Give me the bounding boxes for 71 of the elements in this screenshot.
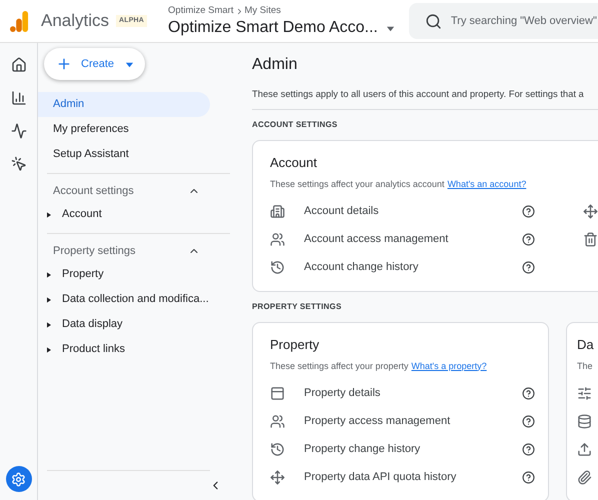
help-link[interactable]: What's an account?: [447, 178, 526, 192]
nav-tree-item[interactable]: Property: [62, 266, 104, 283]
help-icon[interactable]: [522, 386, 535, 400]
settings-link[interactable]: Account details: [304, 202, 522, 220]
history-icon: [270, 442, 285, 457]
help-icon[interactable]: [522, 204, 535, 218]
settings-icon: [11, 472, 26, 486]
caret-icon: [386, 24, 395, 33]
help-icon[interactable]: [522, 232, 535, 246]
building-icon: [270, 204, 285, 219]
search-icon: [424, 13, 442, 30]
nav-item[interactable]: Admin: [38, 92, 210, 117]
cursor-click-icon: [10, 156, 26, 172]
settings-link[interactable]: Account access management: [304, 230, 522, 248]
admin-settings-button[interactable]: [6, 466, 32, 492]
section-heading: ACCOUNT SETTINGS: [252, 119, 338, 132]
section-heading: PROPERTY SETTINGS: [252, 301, 342, 314]
sliders-icon: [577, 386, 592, 401]
card-title: Property: [270, 336, 320, 354]
help-icon[interactable]: [522, 260, 535, 274]
card-title: Da: [577, 336, 595, 354]
expand-arrow-icon[interactable]: [47, 296, 51, 302]
nav-tree-item[interactable]: Data display: [62, 316, 123, 333]
caret-icon: [125, 60, 134, 68]
expand-arrow-icon[interactable]: [47, 272, 51, 278]
analytics-logo-icon: [10, 10, 29, 32]
help-icon[interactable]: [522, 442, 535, 456]
settings-link[interactable]: Account change history: [304, 258, 522, 276]
nav-item[interactable]: My preferences: [38, 117, 210, 142]
upload-icon: [577, 442, 592, 457]
breadcrumb-link[interactable]: My Sites: [244, 4, 281, 18]
window-icon: [270, 386, 285, 401]
expand-arrow-icon[interactable]: [47, 346, 51, 352]
nav-tree-item[interactable]: Account: [62, 206, 102, 223]
bar-chart-icon: [10, 90, 26, 106]
help-icon[interactable]: [522, 470, 535, 484]
page-description: These settings apply to all users of this account and property. For settings that a: [252, 87, 598, 110]
settings-link[interactable]: Property change history: [304, 440, 522, 458]
home-icon: [10, 57, 26, 73]
section-header[interactable]: Account settings: [53, 182, 188, 200]
trash-icon: [583, 232, 598, 247]
section-header[interactable]: Property settings: [53, 242, 188, 260]
product-name: Analytics: [41, 10, 110, 32]
people-icon: [270, 232, 285, 247]
page-title: Admin: [252, 55, 298, 75]
search-field[interactable]: Try searching "Web overview": [408, 3, 598, 39]
expand-arrow-icon[interactable]: [47, 322, 51, 328]
four-arrows-icon: [583, 204, 598, 219]
expand-arrow-icon[interactable]: [47, 212, 51, 218]
breadcrumb-link[interactable]: Optimize Smart: [168, 4, 234, 18]
card-description: The: [577, 360, 593, 373]
trend-icon: [10, 123, 26, 139]
nav-tree-item[interactable]: Data collection and modifica...: [62, 291, 209, 308]
account-selector[interactable]: Optimize Smart Demo Acco...: [168, 18, 395, 38]
settings-link[interactable]: Property access management: [304, 412, 522, 430]
database-icon: [577, 414, 592, 429]
four-arrows-icon: [270, 470, 285, 485]
paperclip-icon: [577, 470, 592, 485]
nav-item[interactable]: Setup Assistant: [38, 142, 210, 167]
nav-tree-item[interactable]: Product links: [62, 341, 125, 358]
card-title: Account: [270, 154, 318, 172]
help-icon[interactable]: [522, 414, 535, 428]
people-icon: [270, 414, 285, 429]
settings-link[interactable]: Property data API quota history: [304, 468, 522, 486]
settings-link[interactable]: Property details: [304, 384, 522, 402]
help-link[interactable]: What's a property?: [411, 360, 487, 374]
card-description: These settings affect your analytics account: [270, 178, 444, 191]
card-description: These settings affect your property: [270, 360, 408, 373]
create-button[interactable]: Create: [44, 48, 145, 80]
plus-icon: [56, 56, 72, 72]
history-icon: [270, 260, 285, 275]
